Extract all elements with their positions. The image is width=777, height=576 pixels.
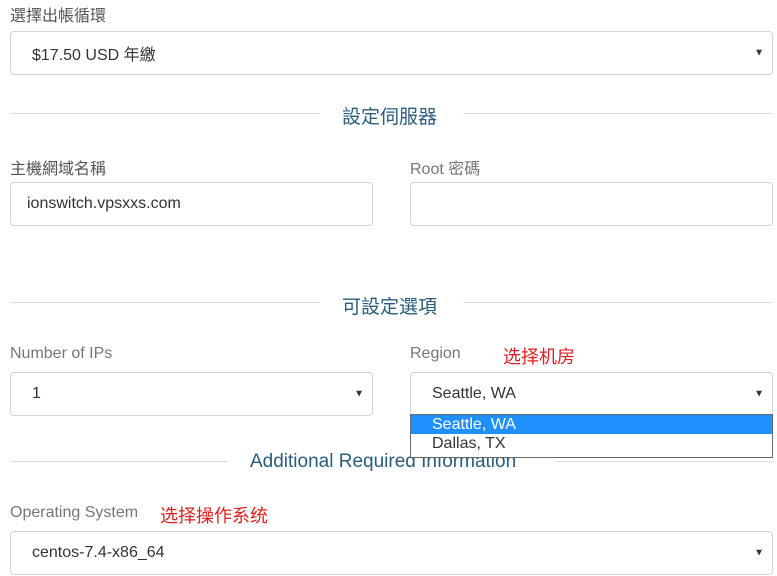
os-value: centos-7.4-x86_64 [32,544,165,561]
region-value: Seattle, WA [432,385,516,402]
region-label: Region [410,345,461,362]
region-annotation: 选择机房 [503,347,575,367]
caret-down-icon: ▼ [754,47,764,59]
region-option[interactable]: Dallas, TX [411,434,772,453]
server-section-title: 設定伺服器 [342,107,438,128]
hostname-value: ionswitch.vpsxxs.com [27,195,181,212]
region-option[interactable]: Seattle, WA [411,415,772,434]
section-divider-left [10,113,320,114]
caret-down-icon: ▼ [754,388,764,400]
section-divider-left [10,461,228,462]
ips-value: 1 [32,385,41,402]
section-divider-right [555,461,773,462]
section-divider-right [463,113,773,114]
root-password-label: Root 密碼 [410,161,481,178]
billing-cycle-select[interactable]: $17.50 USD 年繳 ▼ [10,31,773,75]
options-section-title: 可設定選項 [342,297,438,318]
hostname-label: 主機網域名稱 [10,161,107,178]
hostname-input[interactable]: ionswitch.vpsxxs.com [10,182,373,226]
caret-down-icon: ▼ [354,388,364,400]
section-divider-left [10,302,320,303]
ips-select[interactable]: 1 ▼ [10,372,373,416]
ips-label: Number of IPs [10,345,113,362]
region-dropdown-list[interactable]: Seattle, WA Dallas, TX [410,414,773,458]
billing-cycle-value: $17.50 USD 年繳 [32,47,156,64]
caret-down-icon: ▼ [754,547,764,559]
os-label: Operating System [10,504,139,521]
root-password-input[interactable] [410,182,773,226]
os-annotation: 选择操作系统 [160,506,268,526]
os-select[interactable]: centos-7.4-x86_64 ▼ [10,531,773,575]
billing-cycle-label: 選擇出帳循環 [10,8,107,25]
region-select[interactable]: Seattle, WA ▼ [410,372,773,416]
section-divider-right [463,302,773,303]
